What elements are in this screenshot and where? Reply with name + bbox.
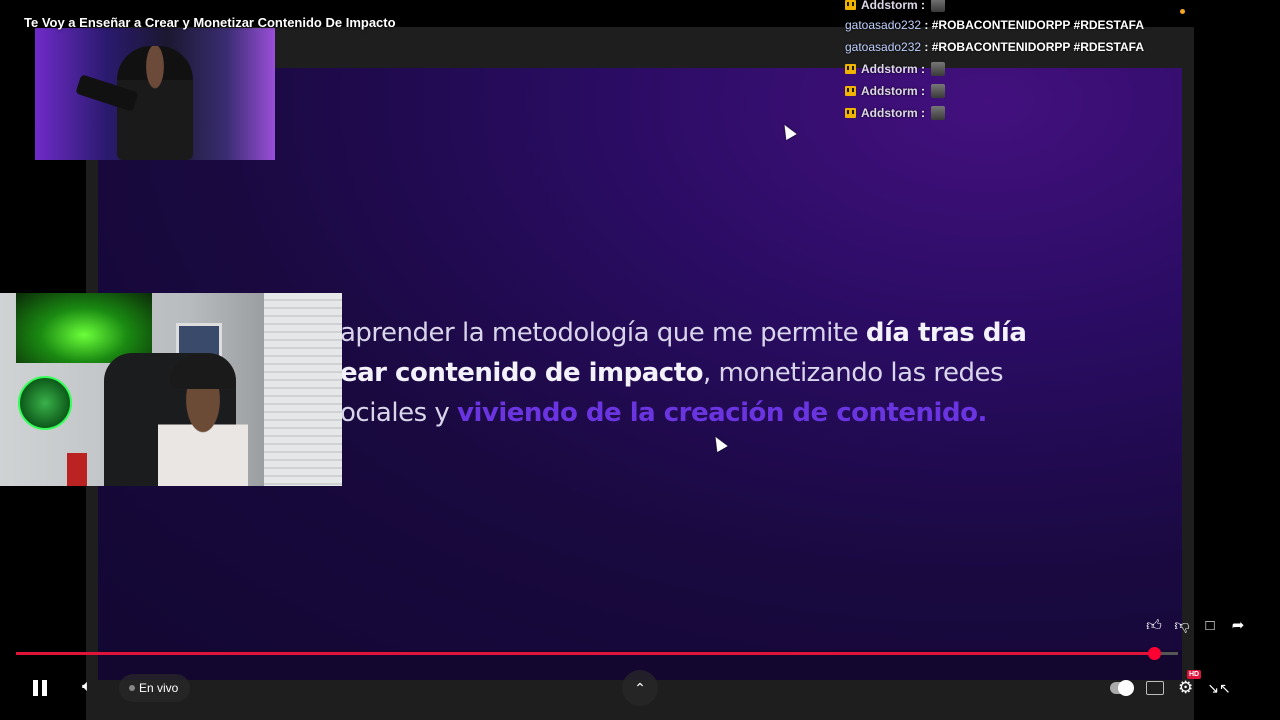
slide-text: aprender la metodología que me permite d… <box>340 313 1060 433</box>
chat-username: Addstorm <box>861 62 918 76</box>
chat-message: Addstorm : <box>845 0 1165 14</box>
chevron-up-icon[interactable]: ⌃ <box>622 670 658 706</box>
live-badge[interactable]: En vivo <box>119 674 191 702</box>
emote-icon <box>931 0 946 12</box>
chat-separator: : <box>917 84 929 98</box>
chat-message: Addstorm : <box>845 80 1165 102</box>
notification-dot <box>1180 9 1185 14</box>
slide-text-plain: , monetizando las redes <box>703 358 1004 388</box>
drink-can <box>67 453 87 486</box>
chat-overlay: Addstorm : gatoasado232 : #ROBACONTENIDO… <box>845 0 1165 124</box>
emote-icon <box>931 84 946 98</box>
emote-icon <box>931 106 946 120</box>
thumbs-down-icon[interactable]: 👎︎ <box>1172 616 1192 636</box>
chat-username: Addstorm <box>861 0 918 12</box>
slide-text-accent: viviendo de la creación de contenido. <box>457 398 987 428</box>
chat-message: gatoasado232 : #ROBACONTENIDORPP #RDESTA… <box>845 36 1165 58</box>
player-right-controls: ⚙ HD ↘↖ <box>1110 670 1231 702</box>
slide-text-plain: aprender la metodología que me permite <box>340 318 866 348</box>
live-label: En vivo <box>139 681 179 695</box>
chat-username: gatoasado232 <box>845 18 922 32</box>
crown-icon <box>845 0 856 10</box>
crown-icon <box>845 108 856 118</box>
video-title: Te Voy a Enseñar a Crear y Monetizar Con… <box>24 15 396 30</box>
slide-text-plain: ociales y <box>340 398 458 428</box>
chat-message: Addstorm : <box>845 102 1165 124</box>
slide-text-bold: ear contenido de impacto <box>340 358 704 388</box>
slide-text-bold: día tras día <box>865 318 1027 348</box>
comment-icon[interactable]: □ <box>1200 616 1220 636</box>
chat-separator: : <box>917 62 929 76</box>
crown-icon <box>845 64 856 74</box>
channel-logo <box>18 376 72 430</box>
gear-icon[interactable]: ⚙ HD <box>1178 670 1202 698</box>
autoplay-toggle[interactable] <box>1110 680 1134 696</box>
chat-username: gatoasado232 <box>845 40 922 54</box>
window-blinds <box>264 293 342 486</box>
collapse-icon[interactable]: ↘↖ <box>1207 680 1230 697</box>
share-icon[interactable]: ➦ <box>1228 616 1248 636</box>
progress-scrubber[interactable] <box>1147 647 1161 660</box>
player-controls: 🔈︎ En vivo ⌃ ⚙ HD ↘↖ <box>0 666 1280 710</box>
slide-line-3: ociales y viviendo de la creación de con… <box>340 393 1060 433</box>
emote-icon <box>931 62 946 76</box>
slide-line-2: ear contenido de impacto, monetizando la… <box>340 353 1060 393</box>
chat-separator: : <box>921 40 932 54</box>
progress-bar[interactable] <box>16 647 1178 660</box>
slide-line-1: aprender la metodología que me permite d… <box>340 313 1060 353</box>
reactor-webcam <box>0 293 342 486</box>
chat-separator: : <box>917 0 929 12</box>
host-webcam <box>35 28 275 160</box>
chat-message: gatoasado232 : #ROBACONTENIDORPP #RDESTA… <box>845 14 1165 36</box>
chat-separator: : <box>917 106 929 120</box>
chat-text: #ROBACONTENIDORPP #RDESTAFA <box>931 40 1144 54</box>
captions-icon[interactable] <box>1146 681 1164 695</box>
thumbs-up-icon[interactable]: 👍︎ <box>1144 616 1164 636</box>
reactor-cap <box>170 355 236 389</box>
live-dot <box>129 685 135 691</box>
chat-text: #ROBACONTENIDORPP #RDESTAFA <box>931 18 1144 32</box>
video-actions: 👍︎ 👎︎ □ ➦ <box>1144 616 1248 636</box>
chat-username: Addstorm <box>861 106 918 120</box>
volume-icon[interactable]: 🔈︎ <box>82 678 92 696</box>
crown-icon <box>845 86 856 96</box>
progress-fill <box>16 652 1154 655</box>
hd-badge: HD <box>1187 670 1202 679</box>
pause-icon[interactable] <box>30 678 50 698</box>
chat-separator: : <box>921 18 932 32</box>
chat-message: Addstorm : <box>845 58 1165 80</box>
chat-username: Addstorm <box>861 84 918 98</box>
